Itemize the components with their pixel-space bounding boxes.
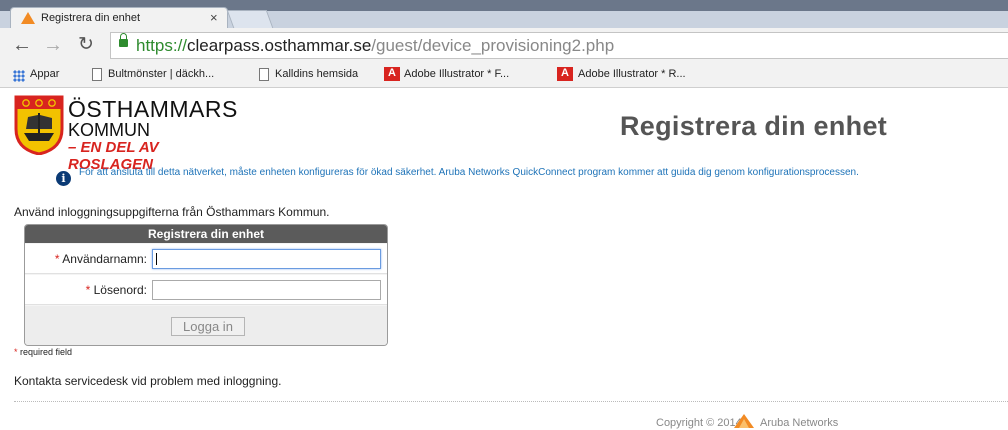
login-button[interactable]: Logga in (171, 317, 245, 336)
bookmarks-bar: Appar Bultmönster | däckh... Kalldins he… (0, 63, 1008, 88)
username-row: * Användarnamn: (25, 244, 387, 274)
info-icon: i (56, 171, 71, 186)
page-icon (92, 68, 102, 81)
required-marker: * (14, 347, 18, 357)
required-field-note: * required field (14, 347, 72, 357)
page-title: Registrera din enhet (620, 111, 888, 141)
form-header: Registrera din enhet (25, 225, 387, 243)
password-input[interactable] (152, 280, 381, 300)
url-path: /guest/device_provisioning2.php (371, 36, 615, 55)
back-arrow-icon[interactable]: ← (12, 34, 32, 56)
contact-message: Kontakta servicedesk vid problem med inl… (14, 374, 282, 388)
page-icon (259, 68, 269, 81)
reload-icon[interactable]: ↻ (78, 34, 94, 56)
logo-line-1: ÖSTHAMMARS (68, 96, 238, 122)
municipality-logo: ÖSTHAMMARS KOMMUN – EN DEL AV ROSLAGEN (14, 95, 244, 173)
copyright-text: Copyright © 2014 (656, 417, 742, 429)
login-instruction: Använd inloggningsuppgifterna från Östha… (14, 205, 330, 219)
aruba-favicon-icon (21, 12, 35, 24)
username-label-text: Användarnamn: (62, 252, 147, 266)
adobe-icon (384, 67, 400, 81)
password-label-text: Lösenord: (93, 283, 147, 297)
adobe-icon (557, 67, 573, 81)
lock-icon (119, 33, 128, 47)
browser-toolbar: ← → ↻ https://clearpass.osthammar.se/gue… (0, 28, 1008, 63)
bookmark-apps[interactable]: Appar (30, 68, 59, 80)
apps-grid-icon (13, 70, 25, 82)
brand-name: Aruba Networks (760, 417, 839, 429)
forward-arrow-icon[interactable]: → (43, 34, 63, 56)
required-note-text: required field (20, 347, 73, 357)
required-marker: * (54, 252, 60, 266)
info-message: För att ansluta till detta nätverket, må… (79, 167, 859, 178)
logo-line-2: KOMMUN (68, 120, 150, 140)
url-text: https://clearpass.osthammar.se/guest/dev… (136, 36, 614, 56)
footer-divider (14, 401, 1008, 402)
bookmark-bultmonster[interactable]: Bultmönster | däckh... (108, 68, 214, 80)
password-row: * Lösenord: (25, 275, 387, 305)
url-scheme: https:// (136, 36, 188, 55)
bookmark-adobe-r[interactable]: Adobe Illustrator * R... (578, 68, 686, 80)
username-input[interactable] (152, 249, 381, 269)
bookmark-adobe-f[interactable]: Adobe Illustrator * F... (404, 68, 509, 80)
tab-close-icon[interactable]: × (210, 10, 218, 25)
bookmark-kalldins[interactable]: Kalldins hemsida (275, 68, 358, 80)
address-bar[interactable]: https://clearpass.osthammar.se/guest/dev… (110, 32, 1008, 59)
tab-title: Registrera din enhet (41, 12, 141, 24)
registration-form: Registrera din enhet * Användarnamn: * L… (24, 224, 388, 346)
municipality-crest-icon (14, 95, 64, 155)
form-actions: Logga in (25, 306, 387, 345)
new-tab-button[interactable] (226, 10, 274, 28)
username-label: * Användarnamn: (55, 252, 147, 266)
text-caret (156, 253, 157, 265)
password-label: * Lösenord: (86, 283, 147, 297)
browser-tab-strip: Registrera din enhet × (0, 0, 1008, 29)
url-host: clearpass.osthammar.se (187, 36, 372, 55)
required-marker: * (85, 283, 91, 297)
aruba-logo-icon (734, 414, 754, 428)
browser-tab[interactable]: Registrera din enhet × (10, 7, 228, 29)
